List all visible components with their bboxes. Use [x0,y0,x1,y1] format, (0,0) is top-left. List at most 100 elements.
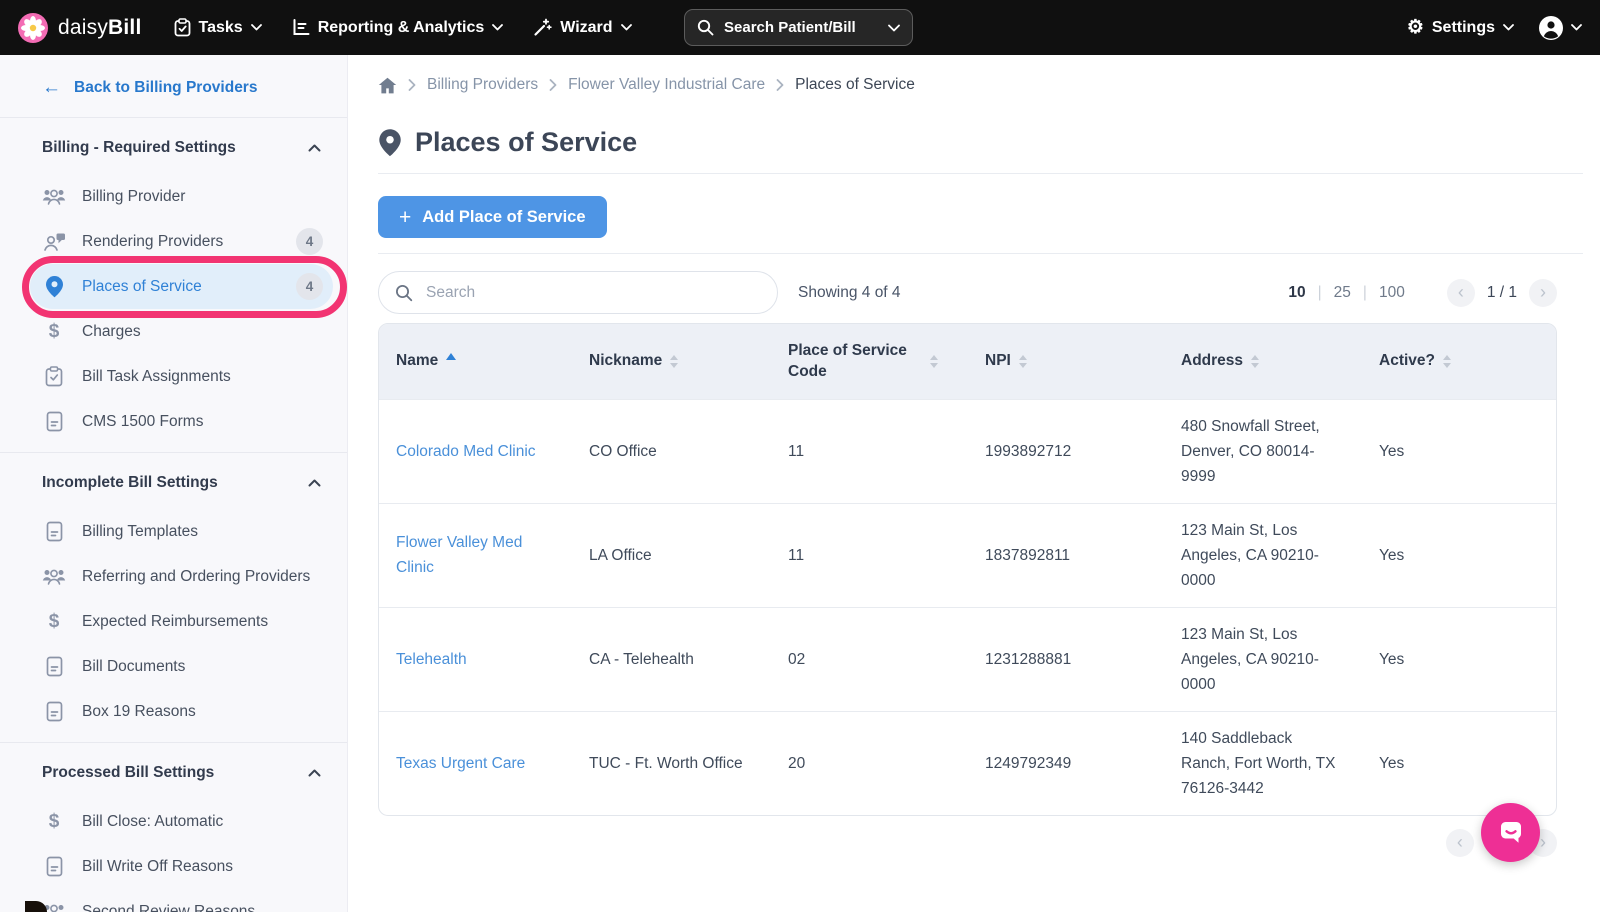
sidebar-item-referring-ordering-providers[interactable]: Referring and Ordering Providers [30,554,333,599]
prev-page-button[interactable]: ‹ [1446,829,1474,857]
sidebar-item-rendering-providers[interactable]: Rendering Providers 4 [30,219,333,264]
back-to-billing-providers-link[interactable]: ← Back to Billing Providers [0,55,347,117]
npi-cell: 1993892712 [968,399,1164,503]
sidebar-item-label: Referring and Ordering Providers [82,568,310,586]
chevron-up-icon[interactable] [308,479,321,487]
nickname-cell: CA - Telehealth [572,607,771,711]
showing-count: Showing 4 of 4 [798,284,901,302]
table-toolbar: Showing 4 of 4 10 | 25 | 100 ‹ 1 / 1 › [378,271,1557,314]
divider [378,253,1583,254]
table-search[interactable] [378,271,778,314]
sidebar-item-second-review-reasons[interactable]: Second Review Reasons [30,889,333,912]
column-header-active[interactable]: Active? [1362,324,1556,399]
chat-bubble-icon [1495,817,1527,849]
gear-icon: ⚙ [1407,18,1424,37]
count-badge: 4 [296,228,323,255]
place-link[interactable]: Flower Valley Med Clinic [396,534,522,576]
prev-page-button[interactable]: ‹ [1447,279,1475,307]
divider [378,173,1583,174]
page-size-100[interactable]: 100 [1379,284,1405,302]
column-header-npi[interactable]: NPI [968,324,1164,399]
page-indicator: 1 / 1 [1487,284,1517,302]
sort-asc-icon [446,353,456,360]
chevron-up-icon[interactable] [308,144,321,152]
active-cell: Yes [1362,607,1556,711]
sidebar-item-places-of-service[interactable]: Places of Service 4 [30,264,333,309]
place-link[interactable]: Telehealth [396,651,467,668]
nickname-cell: TUC - Ft. Worth Office [572,711,771,815]
sidebar-item-bill-documents[interactable]: Bill Documents [30,644,333,689]
user-avatar-icon [1538,15,1564,41]
breadcrumb: Billing Providers Flower Valley Industri… [378,74,1557,96]
sidebar-item-label: Bill Write Off Reasons [82,858,233,876]
separator: | [1363,284,1367,302]
sidebar-item-box-19-reasons[interactable]: Box 19 Reasons [30,689,333,734]
sidebar-item-expected-reimbursements[interactable]: $ Expected Reimbursements [30,599,333,644]
active-cell: Yes [1362,711,1556,815]
breadcrumb-flower-valley[interactable]: Flower Valley Industrial Care [568,76,765,94]
add-place-of-service-button[interactable]: + Add Place of Service [378,196,607,238]
page-size-10[interactable]: 10 [1288,284,1305,302]
dollar-icon: $ [42,612,66,631]
page-size-25[interactable]: 25 [1334,284,1351,302]
bottom-pagination: ‹ 1 / 1 › [378,829,1557,857]
top-navbar: daisyBill Tasks Reporting & Analytics Wi… [0,0,1600,55]
sort-icon [1443,355,1451,368]
nav-reporting-label: Reporting & Analytics [318,19,485,37]
search-icon [697,19,714,36]
sidebar-item-cms-1500-forms[interactable]: CMS 1500 Forms [30,399,333,444]
page-title: Places of Service [415,127,637,158]
sidebar-item-charges[interactable]: $ Charges [30,309,333,354]
daisybill-logo[interactable]: daisyBill [18,13,142,43]
sidebar-item-bill-write-off-reasons[interactable]: Bill Write Off Reasons [30,844,333,889]
sidebar-item-label: Charges [82,323,141,341]
sidebar-item-label: Bill Close: Automatic [82,813,223,831]
next-page-button[interactable]: › [1529,279,1557,307]
column-header-address[interactable]: Address [1164,324,1362,399]
column-header-name[interactable]: Name [379,324,572,399]
table-row: Colorado Med Clinic CO Office 11 1993892… [379,399,1556,503]
plus-icon: + [399,207,411,228]
table-row: Texas Urgent Care TUC - Ft. Worth Office… [379,711,1556,815]
column-header-pos-code[interactable]: Place of Service Code [771,324,968,399]
people-icon [42,187,66,206]
home-icon[interactable] [378,77,397,94]
account-menu[interactable] [1538,15,1582,41]
patient-bill-search[interactable]: Search Patient/Bill [684,9,913,46]
chevron-up-icon[interactable] [308,769,321,777]
sort-icon [930,355,938,368]
search-input[interactable] [424,283,761,303]
nav-reporting-analytics[interactable]: Reporting & Analytics [292,18,504,37]
breadcrumb-billing-providers[interactable]: Billing Providers [427,76,538,94]
nav-tasks[interactable]: Tasks [174,18,262,37]
pos-code-cell: 02 [771,607,968,711]
map-pin-icon [42,275,66,298]
sidebar-item-bill-close-automatic[interactable]: $ Bill Close: Automatic [30,799,333,844]
sidebar-item-billing-provider[interactable]: Billing Provider [30,174,333,219]
search-label: Search Patient/Bill [724,19,878,36]
column-header-nickname[interactable]: Nickname [572,324,771,399]
sidebar-item-bill-task-assignments[interactable]: Bill Task Assignments [30,354,333,399]
settings-label: Settings [1432,19,1495,37]
sidebar-section-processed-bill: Processed Bill Settings [0,747,347,799]
place-link[interactable]: Texas Urgent Care [396,755,525,772]
pagination-controls: 10 | 25 | 100 ‹ 1 / 1 › [1288,279,1557,307]
main-content: Billing Providers Flower Valley Industri… [349,55,1600,912]
divider [0,742,347,743]
dollar-icon: $ [42,812,66,831]
chat-launcher-button[interactable] [1481,803,1540,862]
nav-wizard[interactable]: Wizard [533,18,631,37]
sidebar-item-label: Box 19 Reasons [82,703,196,721]
nav-wizard-label: Wizard [560,19,612,37]
document-icon [42,701,66,722]
settings-menu[interactable]: ⚙ Settings [1407,18,1514,37]
chevron-down-icon [1571,24,1582,31]
sidebar-item-label: CMS 1500 Forms [82,413,203,431]
sidebar-item-label: Second Review Reasons [82,903,255,912]
active-cell: Yes [1362,503,1556,607]
sidebar-item-billing-templates[interactable]: Billing Templates [30,509,333,554]
place-link[interactable]: Colorado Med Clinic [396,443,536,460]
sidebar-item-label: Rendering Providers [82,233,223,251]
count-badge: 4 [296,273,323,300]
back-link-label: Back to Billing Providers [74,79,257,97]
